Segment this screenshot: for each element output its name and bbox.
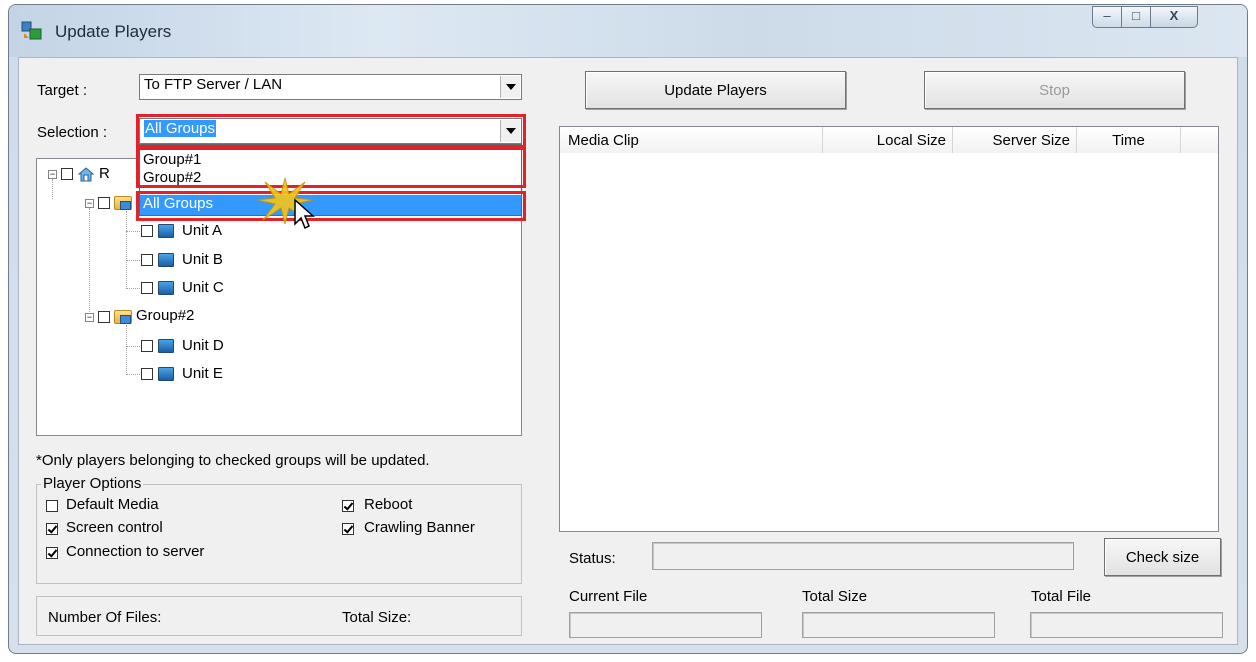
total-size-progress [802,612,995,638]
tree-note: *Only players belonging to checked group… [36,452,430,469]
monitor-icon [158,367,174,381]
unit-checkbox[interactable] [141,282,153,294]
total-file-progress [1030,612,1223,638]
group-checkbox[interactable] [98,197,110,209]
connection-to-server-label: Connection to server [66,543,205,560]
stop-button-label: Stop [1039,81,1070,99]
close-icon: X [1169,8,1179,23]
screen-control-checkbox[interactable] [46,523,58,535]
minimize-button[interactable]: – [1092,6,1122,28]
current-file-label: Current File [569,588,648,605]
column-header-time[interactable]: Time [1077,127,1181,153]
target-label: Target : [37,82,88,99]
collapse-icon[interactable]: − [48,170,57,179]
screen-control-label: Screen control [66,519,163,536]
monitor-icon [158,339,174,353]
unit-label: Unit C [182,279,224,296]
player-options-group: Player Options Default Media Screen cont… [36,475,522,584]
app-icon [21,21,42,40]
check-size-button-label: Check size [1125,548,1200,566]
target-value: To FTP Server / LAN [144,76,283,93]
unit-checkbox[interactable] [141,340,153,352]
crawling-banner-label: Crawling Banner [364,519,475,536]
total-size-label: Total Size: [342,609,412,626]
reboot-label: Reboot [364,496,413,513]
update-players-button-label: Update Players [664,81,767,99]
folder-icon [114,196,132,210]
cursor-icon [294,198,315,230]
title-bar: Update Players – □ X [9,5,1247,57]
unit-checkbox[interactable] [141,254,153,266]
column-header-label: Server Size [992,131,1070,149]
total-file-label: Total File [1031,588,1092,605]
column-header-server-size[interactable]: Server Size [953,127,1077,153]
unit-checkbox[interactable] [141,368,153,380]
column-header-local-size[interactable]: Local Size [823,127,953,153]
stop-button[interactable]: Stop [924,71,1185,109]
window-title: Update Players [55,22,172,41]
unit-checkbox[interactable] [141,225,153,237]
column-header-label: Time [1112,131,1145,149]
update-players-button[interactable]: Update Players [585,71,846,109]
column-header-label: Local Size [876,131,946,149]
status-field [652,542,1074,570]
unit-label: Unit B [182,251,223,268]
callout-box [136,191,526,221]
group-label: Group#2 [136,307,195,324]
root-checkbox[interactable] [61,168,73,180]
column-header-filler [1181,127,1218,153]
collapse-icon[interactable]: − [85,313,94,322]
target-combo[interactable]: To FTP Server / LAN [139,74,522,100]
column-header-label: Media Clip [568,131,639,149]
root-label: R [99,165,110,182]
callout-box [136,147,526,188]
close-button[interactable]: X [1150,6,1198,28]
maximize-icon: □ [1132,8,1140,23]
group-checkbox[interactable] [98,311,110,323]
selection-label: Selection : [37,124,108,141]
default-media-label: Default Media [66,496,159,513]
unit-label: Unit E [182,365,223,382]
reboot-checkbox[interactable] [342,500,354,512]
dialog-client-area: Target : To FTP Server / LAN Selection :… [18,57,1238,645]
status-label: Status: [569,550,616,567]
minimize-icon: – [1103,8,1111,23]
maximize-button[interactable]: □ [1121,6,1151,28]
callout-box [136,114,526,148]
default-media-checkbox[interactable] [46,500,58,512]
player-options-title: Player Options [41,475,144,492]
chevron-down-icon[interactable] [500,76,520,98]
monitor-icon [158,224,174,238]
media-clip-list[interactable]: Media Clip Local Size Server Size Time [559,126,1219,532]
unit-label: Unit D [182,337,224,354]
unit-label: Unit A [182,222,223,239]
check-size-button[interactable]: Check size [1104,538,1221,576]
total-size-status-label: Total Size [802,588,868,605]
collapse-icon[interactable]: − [85,199,94,208]
summary-group: Number Of Files: Total Size: [36,596,522,636]
monitor-icon [158,253,174,267]
column-header-media-clip[interactable]: Media Clip [560,127,823,153]
number-of-files-label: Number Of Files: [48,609,162,626]
home-icon [77,167,95,182]
folder-icon [114,310,132,324]
current-file-progress [569,612,762,638]
monitor-icon [158,281,174,295]
update-players-window: Update Players – □ X Target : To FTP Ser… [8,4,1248,654]
crawling-banner-checkbox[interactable] [342,523,354,535]
connection-to-server-checkbox[interactable] [46,547,58,559]
